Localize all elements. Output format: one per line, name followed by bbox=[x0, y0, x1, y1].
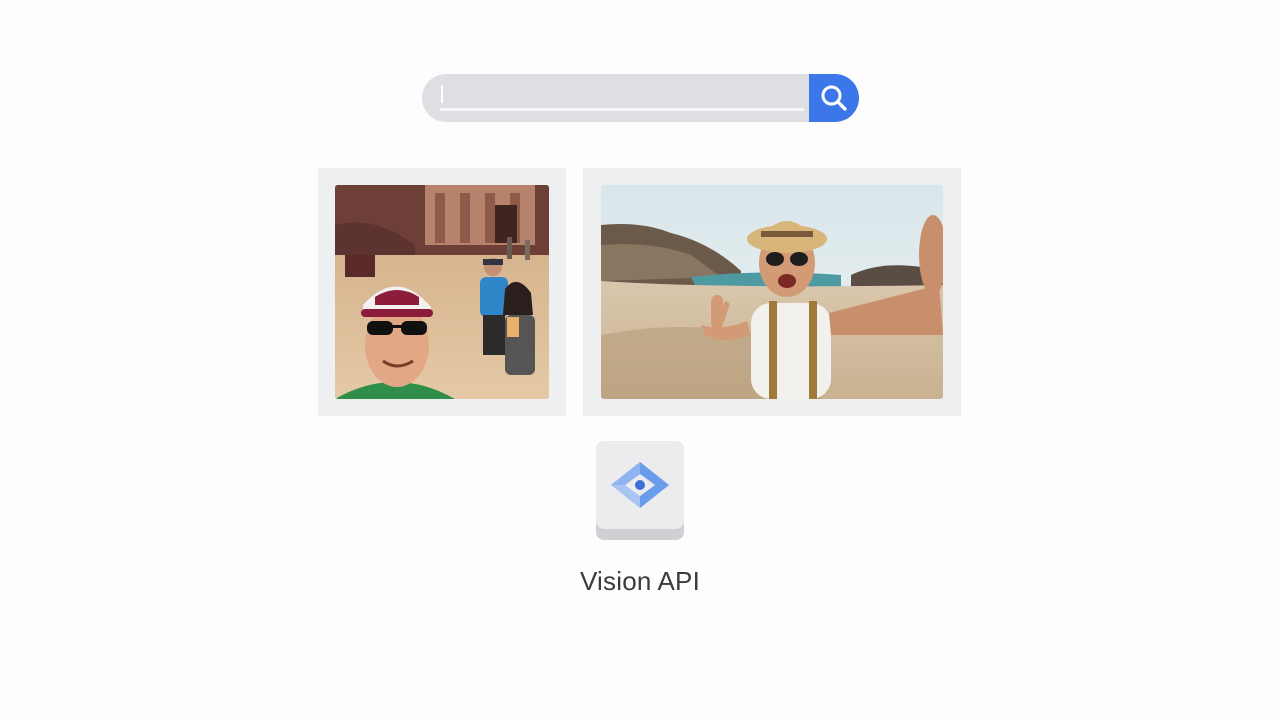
vision-api-tile[interactable] bbox=[596, 441, 684, 540]
stage: Vision API bbox=[0, 0, 1280, 720]
vision-api-icon bbox=[611, 462, 669, 508]
result-card-right[interactable] bbox=[583, 168, 961, 416]
beach-selfie-photo bbox=[601, 185, 943, 399]
vision-api-tile-face bbox=[596, 441, 684, 529]
result-card-left[interactable] bbox=[318, 168, 566, 416]
search-underline bbox=[440, 108, 804, 111]
petra-selfie-photo bbox=[335, 185, 549, 399]
search-icon bbox=[821, 85, 847, 111]
vision-api-label: Vision API bbox=[579, 566, 701, 596]
search-input[interactable] bbox=[422, 74, 810, 122]
search-bar bbox=[422, 74, 858, 122]
search-button[interactable] bbox=[809, 74, 859, 122]
text-cursor bbox=[441, 85, 443, 103]
